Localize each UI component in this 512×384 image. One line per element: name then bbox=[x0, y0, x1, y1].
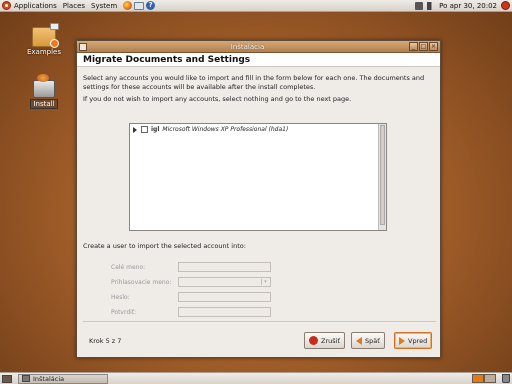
windows-os-icon: igl bbox=[151, 126, 160, 133]
password-row: Heslo: bbox=[83, 292, 273, 302]
desktop-icon-examples[interactable]: Examples bbox=[24, 23, 64, 56]
username-combo[interactable]: ▾ bbox=[178, 277, 271, 287]
trash-icon[interactable] bbox=[502, 374, 510, 383]
back-button[interactable]: Späť bbox=[351, 332, 385, 349]
expander-arrow-icon[interactable] bbox=[133, 126, 137, 133]
confirm-label: Potvrdiť: bbox=[111, 308, 137, 316]
intro-paragraph: Select any accounts you would like to im… bbox=[83, 74, 425, 91]
help-icon[interactable]: ? bbox=[146, 1, 156, 10]
install-icon bbox=[33, 74, 55, 98]
page-title: Migrate Documents and Settings bbox=[83, 55, 251, 65]
folder-icon bbox=[32, 23, 59, 48]
username-row: Prihlasovacie meno: ▾ bbox=[83, 277, 273, 287]
desktop-icon-label: Install bbox=[30, 99, 58, 109]
maximize-button[interactable]: □ bbox=[419, 42, 428, 51]
confirm-row: Potvrdiť: bbox=[83, 307, 273, 317]
menu-system[interactable]: System bbox=[91, 2, 117, 10]
window-menu-icon[interactable] bbox=[79, 42, 87, 51]
mail-icon[interactable] bbox=[134, 1, 145, 10]
forward-arrow-icon bbox=[399, 336, 405, 345]
installer-window: Inštalácia _ □ × Migrate Documents and S… bbox=[76, 40, 441, 358]
username-label: Prihlasovacie meno: bbox=[111, 278, 172, 286]
full-name-label: Celé meno: bbox=[111, 263, 146, 271]
cancel-button[interactable]: Zrušiť bbox=[304, 332, 345, 349]
intro-text: Select any accounts you would like to im… bbox=[77, 67, 440, 104]
password-label: Heslo: bbox=[111, 293, 130, 301]
top-panel: Applications Places System ? Po apr 30, … bbox=[0, 0, 512, 12]
full-name-field[interactable] bbox=[178, 262, 271, 272]
desktop-icon-install[interactable]: Install bbox=[24, 74, 64, 109]
confirm-password-field[interactable] bbox=[178, 307, 271, 317]
menu-applications[interactable]: Applications bbox=[14, 2, 57, 10]
create-user-label: Create a user to import the selected acc… bbox=[83, 242, 246, 250]
workspace-2[interactable] bbox=[484, 374, 496, 383]
system-tray: Po apr 30, 20:02 bbox=[411, 1, 510, 10]
lock-badge-icon bbox=[50, 39, 59, 48]
window-title: Inštalácia bbox=[230, 42, 265, 51]
link-icon bbox=[50, 23, 59, 30]
password-field[interactable] bbox=[178, 292, 271, 302]
accounts-tree[interactable]: igl Microsoft Windows XP Professional (h… bbox=[129, 123, 387, 231]
taskbar-item[interactable]: Inštalácia bbox=[18, 373, 108, 384]
chevron-down-icon[interactable]: ▾ bbox=[261, 279, 269, 285]
workspace-1[interactable] bbox=[472, 374, 484, 383]
bottom-panel: Inštalácia bbox=[0, 372, 512, 384]
scrollbar-thumb[interactable] bbox=[380, 125, 385, 225]
window-icon bbox=[22, 375, 30, 382]
titlebar[interactable]: Inštalácia _ □ × bbox=[77, 41, 440, 53]
cancel-icon bbox=[309, 336, 318, 345]
show-desktop-icon[interactable] bbox=[2, 374, 12, 383]
step-indicator: Krok 5 z 7 bbox=[89, 337, 122, 345]
volume-icon[interactable] bbox=[427, 1, 436, 10]
intro-paragraph-2: If you do not wish to import any account… bbox=[83, 95, 352, 103]
footer-divider bbox=[83, 321, 436, 322]
back-label: Späť bbox=[365, 336, 380, 345]
account-label: Microsoft Windows XP Professional (hda1) bbox=[162, 126, 289, 133]
taskbar-item-label: Inštalácia bbox=[33, 374, 65, 383]
full-name-row: Celé meno: bbox=[83, 262, 273, 272]
account-checkbox[interactable] bbox=[141, 126, 148, 133]
page-header: Migrate Documents and Settings bbox=[77, 53, 440, 67]
workspace-switcher[interactable] bbox=[472, 374, 496, 383]
back-arrow-icon bbox=[356, 336, 362, 345]
close-button[interactable]: × bbox=[429, 42, 438, 51]
power-icon[interactable] bbox=[501, 1, 510, 10]
menu-places[interactable]: Places bbox=[63, 2, 85, 10]
cancel-label: Zrušiť bbox=[321, 336, 340, 345]
forward-label: Vpred bbox=[408, 336, 428, 345]
clock[interactable]: Po apr 30, 20:02 bbox=[439, 2, 497, 10]
tree-scrollbar[interactable] bbox=[378, 124, 386, 230]
desktop-icon-label: Examples bbox=[26, 48, 61, 56]
firefox-icon[interactable] bbox=[123, 1, 133, 10]
network-icon[interactable] bbox=[415, 1, 424, 10]
ubuntu-logo-icon[interactable] bbox=[2, 1, 11, 10]
forward-button[interactable]: Vpred bbox=[394, 332, 433, 349]
tree-row[interactable]: igl Microsoft Windows XP Professional (h… bbox=[130, 124, 386, 135]
minimize-button[interactable]: _ bbox=[409, 42, 418, 51]
